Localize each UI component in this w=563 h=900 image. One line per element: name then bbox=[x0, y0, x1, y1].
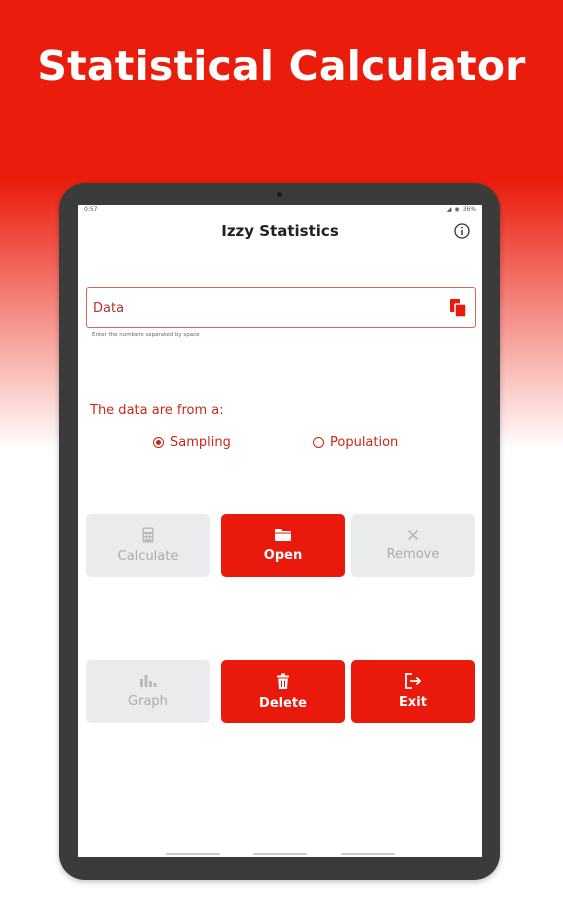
radio-population-label: Population bbox=[330, 435, 399, 450]
delete-button-label: Delete bbox=[259, 695, 307, 711]
data-source-label: The data are from a: bbox=[90, 403, 224, 418]
data-field bbox=[86, 287, 476, 328]
wifi-icon: ◉ bbox=[454, 206, 460, 213]
close-icon bbox=[407, 529, 419, 541]
promo-title: Statistical Calculator bbox=[37, 42, 526, 90]
calculate-button[interactable]: Calculate bbox=[86, 514, 210, 577]
status-time: 0:57 bbox=[84, 206, 98, 213]
data-helper-text: Enter the numbers separated by space bbox=[92, 332, 200, 338]
battery-level: 36% bbox=[462, 206, 476, 213]
delete-button[interactable]: Delete bbox=[221, 660, 345, 723]
calculate-button-label: Calculate bbox=[117, 549, 179, 564]
nav-back-handle[interactable] bbox=[166, 853, 220, 855]
data-input[interactable] bbox=[93, 298, 433, 318]
nav-recents-handle[interactable] bbox=[341, 853, 395, 855]
paste-button[interactable] bbox=[447, 297, 469, 319]
exit-icon bbox=[405, 673, 422, 689]
nav-home-handle[interactable] bbox=[253, 853, 307, 855]
signal-icon: ◢ bbox=[446, 206, 452, 213]
status-bar: 0:57 ◢ ◉ 36% bbox=[78, 205, 482, 215]
graph-button[interactable]: Graph bbox=[86, 660, 210, 723]
radio-sampling-label: Sampling bbox=[170, 435, 231, 450]
radio-selected-icon bbox=[153, 437, 164, 448]
status-indicators: ◢ ◉ 36% bbox=[447, 206, 476, 213]
info-button[interactable] bbox=[453, 222, 471, 240]
remove-button-label: Remove bbox=[386, 547, 440, 562]
navigation-bar bbox=[78, 850, 482, 857]
info-icon bbox=[454, 223, 470, 239]
exit-button-label: Exit bbox=[399, 695, 427, 710]
radio-unselected-icon bbox=[313, 437, 324, 448]
open-button-label: Open bbox=[263, 548, 303, 563]
calculator-icon bbox=[142, 527, 154, 543]
graph-button-label: Graph bbox=[128, 694, 168, 709]
camera-dot bbox=[277, 192, 282, 197]
folder-open-icon bbox=[275, 529, 291, 541]
open-button[interactable]: Open bbox=[221, 514, 345, 577]
exit-button[interactable]: Exit bbox=[351, 660, 475, 723]
remove-button[interactable]: Remove bbox=[351, 514, 475, 577]
radio-sampling[interactable]: Sampling bbox=[153, 435, 231, 450]
tablet-frame: 0:57 ◢ ◉ 36% Izzy Statistics Data Enter … bbox=[59, 183, 500, 880]
radio-population[interactable]: Population bbox=[313, 435, 398, 450]
trash-icon bbox=[277, 673, 289, 689]
app-title: Izzy Statistics bbox=[221, 222, 339, 240]
bar-chart-icon bbox=[140, 675, 157, 687]
paste-icon bbox=[450, 299, 467, 318]
app-screen: 0:57 ◢ ◉ 36% Izzy Statistics Data Enter … bbox=[78, 205, 482, 857]
